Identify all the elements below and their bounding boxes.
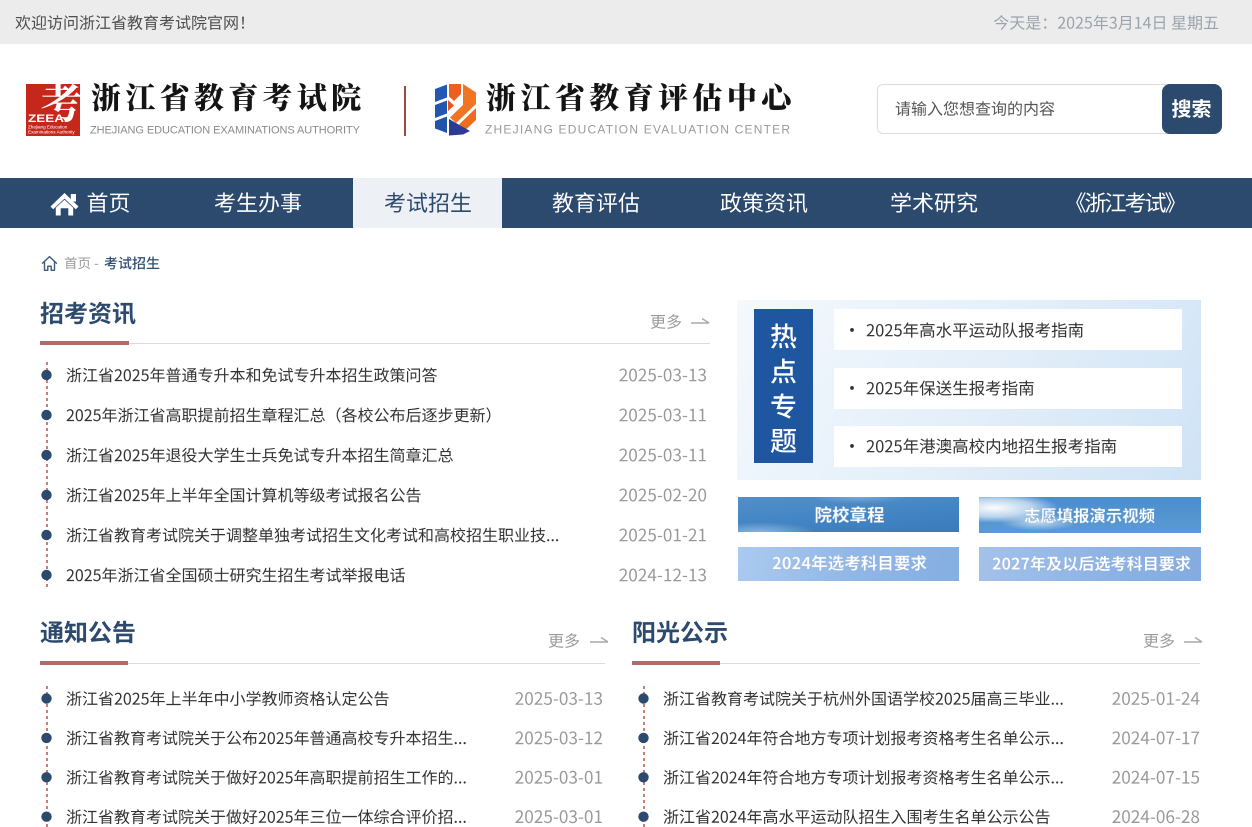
svg-text:Examinations Authority: Examinations Authority (28, 130, 75, 135)
svg-text:ZHEJIANG EDUCATION EVALUATION: ZHEJIANG EDUCATION EVALUATION CENTER (485, 123, 790, 137)
svg-text:ZEEA: ZEEA (28, 113, 64, 125)
svg-text:ZHEJIANG EDUCATION EXAMINATION: ZHEJIANG EDUCATION EXAMINATIONS AUTHORIT… (90, 125, 361, 137)
